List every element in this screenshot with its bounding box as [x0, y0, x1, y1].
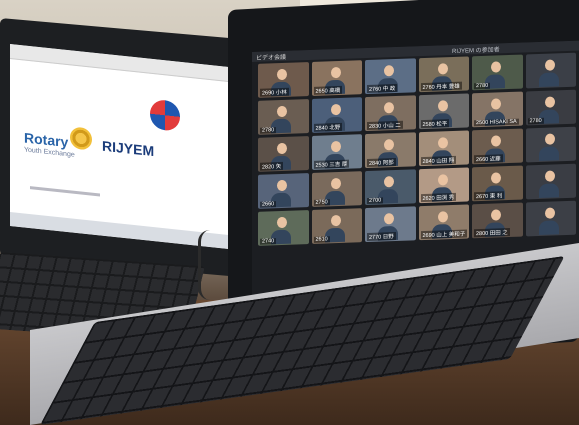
participant-tile[interactable]: 2670 東 利	[472, 165, 523, 202]
participant-tile[interactable]: 2830 小山 二	[365, 95, 416, 132]
participant-tile[interactable]	[525, 126, 576, 163]
participant-face	[544, 96, 555, 108]
photo: Rotary RIJYEM Youth Exchange ビデオ会議 RIJYE…	[0, 0, 579, 425]
participant-name-label: 2660 近藤	[474, 154, 503, 164]
left-laptop-screen: Rotary RIJYEM Youth Exchange	[10, 44, 238, 250]
participant-tile[interactable]: 2760 丹本 豊雄	[418, 56, 469, 93]
participant-face	[330, 141, 341, 153]
participant-face	[491, 61, 502, 73]
participant-tile[interactable]: 2500 HISAKI SA	[472, 91, 523, 128]
participant-name-label: 2700	[367, 197, 384, 204]
participant-body	[538, 146, 559, 162]
participant-face	[330, 215, 341, 227]
participant-tile[interactable]: 2840 山田 翔	[418, 130, 469, 167]
participant-tile[interactable]: 2770 日野	[365, 206, 416, 243]
participant-tile[interactable]: 2760 中 政	[365, 58, 416, 95]
participant-face	[277, 68, 288, 81]
participant-face	[330, 104, 341, 116]
participant-face	[437, 137, 448, 149]
participant-name-label: 2780	[260, 127, 277, 134]
participant-tile[interactable]: 2610	[311, 208, 362, 244]
participant-face	[384, 213, 395, 225]
participant-tile[interactable]: 2530 三吉 厚	[311, 134, 362, 170]
participant-face	[437, 63, 448, 75]
participant-tile[interactable]: 2660 近藤	[472, 128, 523, 165]
participant-name-label: 2830 小山 二	[367, 120, 403, 130]
participant-tile[interactable]	[525, 200, 576, 237]
participant-tile[interactable]: 2580 松平	[418, 93, 469, 130]
participant-tile[interactable]	[525, 52, 576, 89]
participant-face	[277, 142, 288, 155]
participant-tile[interactable]: 2660	[258, 173, 309, 209]
participant-tile[interactable]: 2620 田渕 秀	[418, 167, 469, 204]
participant-tile[interactable]: 2780	[472, 54, 523, 91]
rotary-wheel-icon	[70, 126, 92, 151]
participant-face	[277, 105, 288, 118]
participant-name-label: 2780	[474, 82, 491, 90]
participant-face	[330, 178, 341, 190]
participant-face	[437, 211, 448, 223]
participant-body	[538, 183, 559, 199]
participant-name-label: 2620 田渕 秀	[420, 192, 457, 203]
participant-face	[491, 98, 502, 110]
participant-name-label: 2610	[313, 236, 330, 243]
program-name: RIJYEM	[102, 137, 155, 160]
participant-face	[384, 65, 395, 77]
participant-face	[491, 172, 502, 184]
participant-tile[interactable]: 2650 高橋	[311, 60, 362, 96]
participant-name-label: 2820 矢	[260, 161, 284, 171]
participant-face	[491, 209, 502, 221]
participant-name-label: 2800 田田 之	[474, 227, 510, 238]
participant-name-label: 2500 HISAKI SA	[474, 118, 519, 127]
participant-name-label: 2770 日野	[367, 231, 396, 241]
participant-name-label: 2660	[260, 201, 277, 208]
participant-face	[384, 176, 395, 188]
participant-name-label: 2690 小林	[260, 87, 289, 97]
participant-name-label: 2690 山上 美和子	[420, 229, 468, 240]
participant-tile[interactable]	[525, 163, 576, 200]
participant-body	[538, 72, 559, 88]
participant-face	[544, 59, 555, 71]
participant-tile[interactable]: 2700	[365, 169, 416, 206]
participant-face	[544, 207, 555, 219]
zoom-window-title: ビデオ会議	[256, 54, 287, 62]
participant-face	[544, 133, 555, 145]
power-cable	[198, 230, 213, 300]
participant-name-label: 2760 中 政	[367, 83, 398, 93]
participant-name-label: 2530 三吉 厚	[313, 159, 350, 169]
participant-tile[interactable]: 2780	[525, 89, 576, 126]
participant-face	[491, 135, 502, 147]
participant-name-label: 2670 東 利	[474, 191, 505, 201]
participant-face	[330, 67, 341, 79]
participant-face	[384, 139, 395, 151]
participant-name-label: 2740	[260, 238, 277, 245]
participant-tile[interactable]: 2820 矢	[258, 136, 309, 172]
participant-face	[277, 216, 288, 229]
participant-name-label: 2780	[527, 117, 544, 125]
participant-name-label: 2840 北野	[313, 122, 343, 132]
participant-name-label: 2840 山田 翔	[420, 155, 457, 166]
meeting-title: RIJYEM の参加者	[452, 47, 500, 56]
participant-face	[544, 170, 555, 182]
participant-name-label: 2750	[313, 199, 330, 206]
participant-name-label: 2840 阿部	[367, 157, 396, 167]
participant-tile[interactable]: 2690 山上 美和子	[418, 204, 469, 241]
participant-name-label: 2580 松平	[420, 119, 450, 129]
participant-tile[interactable]: 2740	[258, 210, 309, 246]
participant-body	[538, 220, 559, 236]
participant-face	[384, 102, 395, 114]
participant-tile[interactable]: 2750	[311, 171, 362, 207]
participant-face	[277, 179, 288, 192]
participant-tile[interactable]: 2840 北野	[311, 97, 362, 133]
participant-tile[interactable]: 2690 小林	[258, 62, 309, 98]
rijyem-emblem-icon	[150, 98, 180, 132]
participant-tile[interactable]: 2840 阿部	[365, 132, 416, 169]
participant-tile[interactable]: 2800 田田 之	[472, 202, 523, 239]
participant-name-label: 2760 丹本 豊雄	[420, 81, 462, 92]
participant-face	[437, 174, 448, 186]
document-text-line	[30, 186, 100, 197]
participant-tile[interactable]: 2780	[258, 99, 309, 135]
participant-face	[437, 100, 448, 112]
participant-name-label: 2650 高橋	[313, 85, 343, 95]
